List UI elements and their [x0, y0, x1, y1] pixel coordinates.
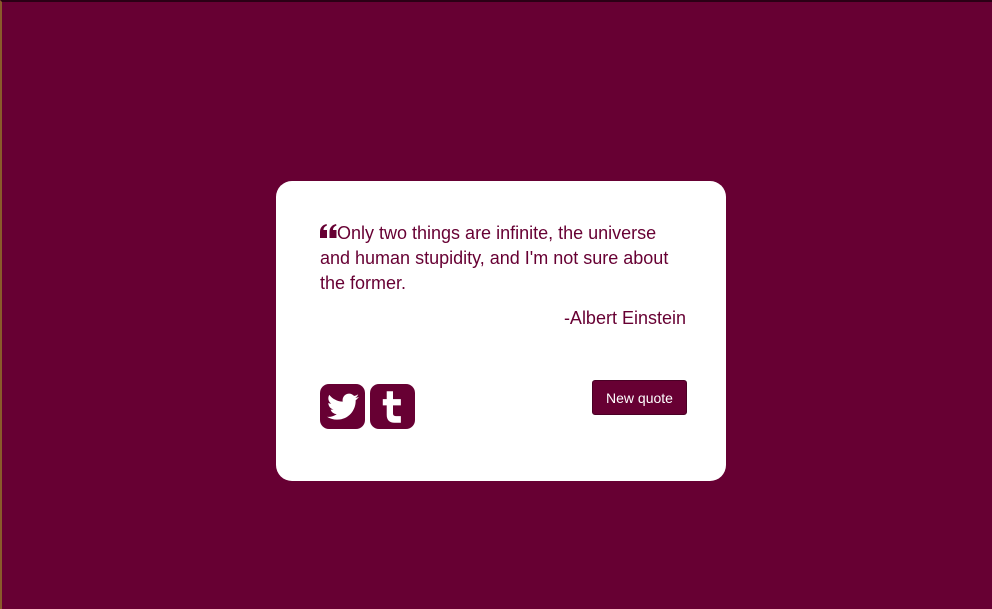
- new-quote-button[interactable]: New quote: [592, 380, 687, 415]
- quote-text: Only two things are infinite, the univer…: [320, 223, 669, 293]
- quote-block: Only two things are infinite, the univer…: [320, 221, 690, 296]
- share-buttons: [320, 384, 415, 429]
- tumblr-button[interactable]: [370, 384, 415, 429]
- quote-left-icon: [320, 224, 337, 238]
- quote-card: Only two things are infinite, the univer…: [276, 181, 726, 481]
- tumblr-icon: [382, 390, 401, 423]
- quote-author: -Albert Einstein: [563, 308, 686, 328]
- tweet-button[interactable]: [320, 384, 365, 429]
- twitter-icon: [326, 393, 359, 420]
